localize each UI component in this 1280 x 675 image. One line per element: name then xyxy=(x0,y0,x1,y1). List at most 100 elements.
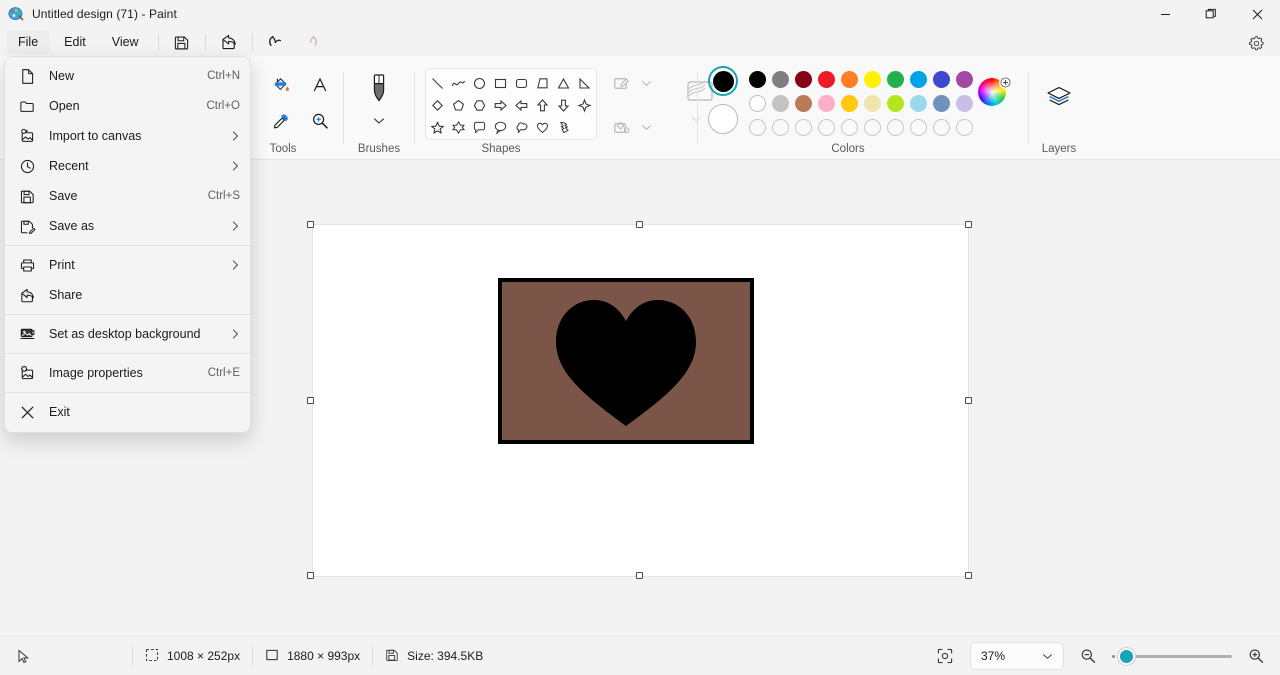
color-swatch[interactable] xyxy=(818,94,835,112)
zoom-slider-track[interactable] xyxy=(1122,654,1232,658)
resize-handle-middle-left[interactable] xyxy=(307,397,314,404)
color-swatch[interactable] xyxy=(841,70,858,88)
custom-color-slot[interactable] xyxy=(749,118,766,136)
file-menu-item-print[interactable]: Print xyxy=(5,250,250,280)
resize-handle-middle-right[interactable] xyxy=(965,397,972,404)
canvas-sheet[interactable] xyxy=(313,225,968,576)
custom-color-slot[interactable] xyxy=(795,118,812,136)
pentagon-shape[interactable] xyxy=(448,94,469,116)
custom-color-slot[interactable] xyxy=(864,118,881,136)
resize-handle-bottom-center[interactable] xyxy=(636,572,643,579)
file-menu-item-exit[interactable]: Exit xyxy=(5,397,250,427)
undo-button[interactable] xyxy=(260,29,292,55)
rectangle-shape[interactable] xyxy=(490,72,511,94)
add-color-icon[interactable] xyxy=(999,76,1012,89)
zoom-out-icon[interactable] xyxy=(1074,643,1102,669)
custom-color-slot[interactable] xyxy=(887,118,904,136)
custom-color-slot[interactable] xyxy=(910,118,927,136)
color-swatch[interactable] xyxy=(864,70,881,88)
curve-shape[interactable] xyxy=(448,72,469,94)
color-swatch[interactable] xyxy=(749,94,766,112)
line-shape[interactable] xyxy=(427,72,448,94)
oval-callout-shape[interactable] xyxy=(490,116,511,138)
file-menu-item-share[interactable]: Share xyxy=(5,280,250,310)
resize-handle-top-right[interactable] xyxy=(965,221,972,228)
color-swatch[interactable] xyxy=(818,70,835,88)
fit-screen-icon[interactable] xyxy=(930,643,960,669)
color-swatch[interactable] xyxy=(956,94,973,112)
color-wheel-icon[interactable] xyxy=(978,76,1012,108)
file-menu-item-image-properties[interactable]: Image properties Ctrl+E xyxy=(5,358,250,388)
resize-handle-top-center[interactable] xyxy=(636,221,643,228)
file-menu-item-save-as[interactable]: Save as xyxy=(5,211,250,241)
secondary-color-swatch[interactable] xyxy=(708,104,738,134)
resize-handle-top-left[interactable] xyxy=(307,221,314,228)
heart-shape[interactable] xyxy=(532,116,553,138)
close-button[interactable] xyxy=(1234,0,1280,28)
rounded-callout-shape[interactable] xyxy=(469,116,490,138)
four-point-triangle-shape[interactable] xyxy=(574,72,595,94)
maximize-button[interactable] xyxy=(1188,0,1234,28)
minimize-button[interactable] xyxy=(1142,0,1188,28)
oval-shape[interactable] xyxy=(469,72,490,94)
zoom-level-select[interactable]: 37% xyxy=(970,642,1064,670)
file-menu-item-set-as-desktop-background[interactable]: Set as desktop background xyxy=(5,319,250,349)
cloud-callout-shape[interactable] xyxy=(511,116,532,138)
up-arrow-shape[interactable] xyxy=(532,94,553,116)
left-arrow-shape[interactable] xyxy=(511,94,532,116)
resize-handle-bottom-left[interactable] xyxy=(307,572,314,579)
file-menu-item-recent[interactable]: Recent xyxy=(5,151,250,181)
layers-icon[interactable] xyxy=(1039,80,1079,116)
four-point-star-shape[interactable] xyxy=(574,94,595,116)
settings-button[interactable] xyxy=(1240,30,1272,56)
color-swatch[interactable] xyxy=(772,70,789,88)
file-menu-item-open[interactable]: Open Ctrl+O xyxy=(5,91,250,121)
primary-color-swatch[interactable] xyxy=(708,66,738,96)
right-triangle-shape[interactable] xyxy=(532,72,553,94)
color-swatch[interactable] xyxy=(795,70,812,88)
color-swatch[interactable] xyxy=(795,94,812,112)
color-swatch[interactable] xyxy=(933,94,950,112)
eyedropper-icon[interactable] xyxy=(262,104,299,138)
file-menu-item-import-to-canvas[interactable]: Import to canvas xyxy=(5,121,250,151)
color-swatch[interactable] xyxy=(749,70,766,88)
lightning-shape[interactable] xyxy=(553,116,574,138)
zoom-slider-thumb[interactable] xyxy=(1118,647,1135,665)
down-arrow-shape[interactable] xyxy=(553,94,574,116)
zoom-slider[interactable] xyxy=(1112,646,1232,666)
custom-color-slot[interactable] xyxy=(956,118,973,136)
five-point-star-shape[interactable] xyxy=(427,116,448,138)
artwork-image[interactable] xyxy=(498,278,754,444)
menu-view[interactable]: View xyxy=(100,30,151,54)
color-swatch[interactable] xyxy=(887,94,904,112)
custom-color-slot[interactable] xyxy=(772,118,789,136)
custom-color-slot[interactable] xyxy=(818,118,835,136)
color-swatch[interactable] xyxy=(864,94,881,112)
color-swatch[interactable] xyxy=(933,70,950,88)
diamond-shape[interactable] xyxy=(427,94,448,116)
six-point-star-shape[interactable] xyxy=(448,116,469,138)
outline-icon[interactable] xyxy=(607,70,635,96)
magnifier-icon[interactable] xyxy=(301,104,338,138)
resize-handle-bottom-right[interactable] xyxy=(965,572,972,579)
color-swatch[interactable] xyxy=(910,94,927,112)
custom-color-slot[interactable] xyxy=(933,118,950,136)
share-button[interactable] xyxy=(213,29,245,55)
zoom-in-icon[interactable] xyxy=(1242,643,1270,669)
rounded-rectangle-shape[interactable] xyxy=(511,72,532,94)
chevron-down-icon[interactable] xyxy=(373,112,385,130)
color-swatch[interactable] xyxy=(841,94,858,112)
menu-edit[interactable]: Edit xyxy=(52,30,98,54)
custom-color-slot[interactable] xyxy=(841,118,858,136)
color-swatch[interactable] xyxy=(910,70,927,88)
save-button[interactable] xyxy=(166,29,198,55)
color-swatch[interactable] xyxy=(956,70,973,88)
menu-file[interactable]: File xyxy=(6,30,51,54)
triangle-shape[interactable] xyxy=(553,72,574,94)
brush-icon[interactable] xyxy=(358,66,400,110)
fill-icon[interactable] xyxy=(607,114,635,140)
hexagon-shape[interactable] xyxy=(469,94,490,116)
outline-chevron-down-icon[interactable] xyxy=(637,70,655,96)
redo-button[interactable] xyxy=(294,29,326,55)
color-swatch[interactable] xyxy=(772,94,789,112)
